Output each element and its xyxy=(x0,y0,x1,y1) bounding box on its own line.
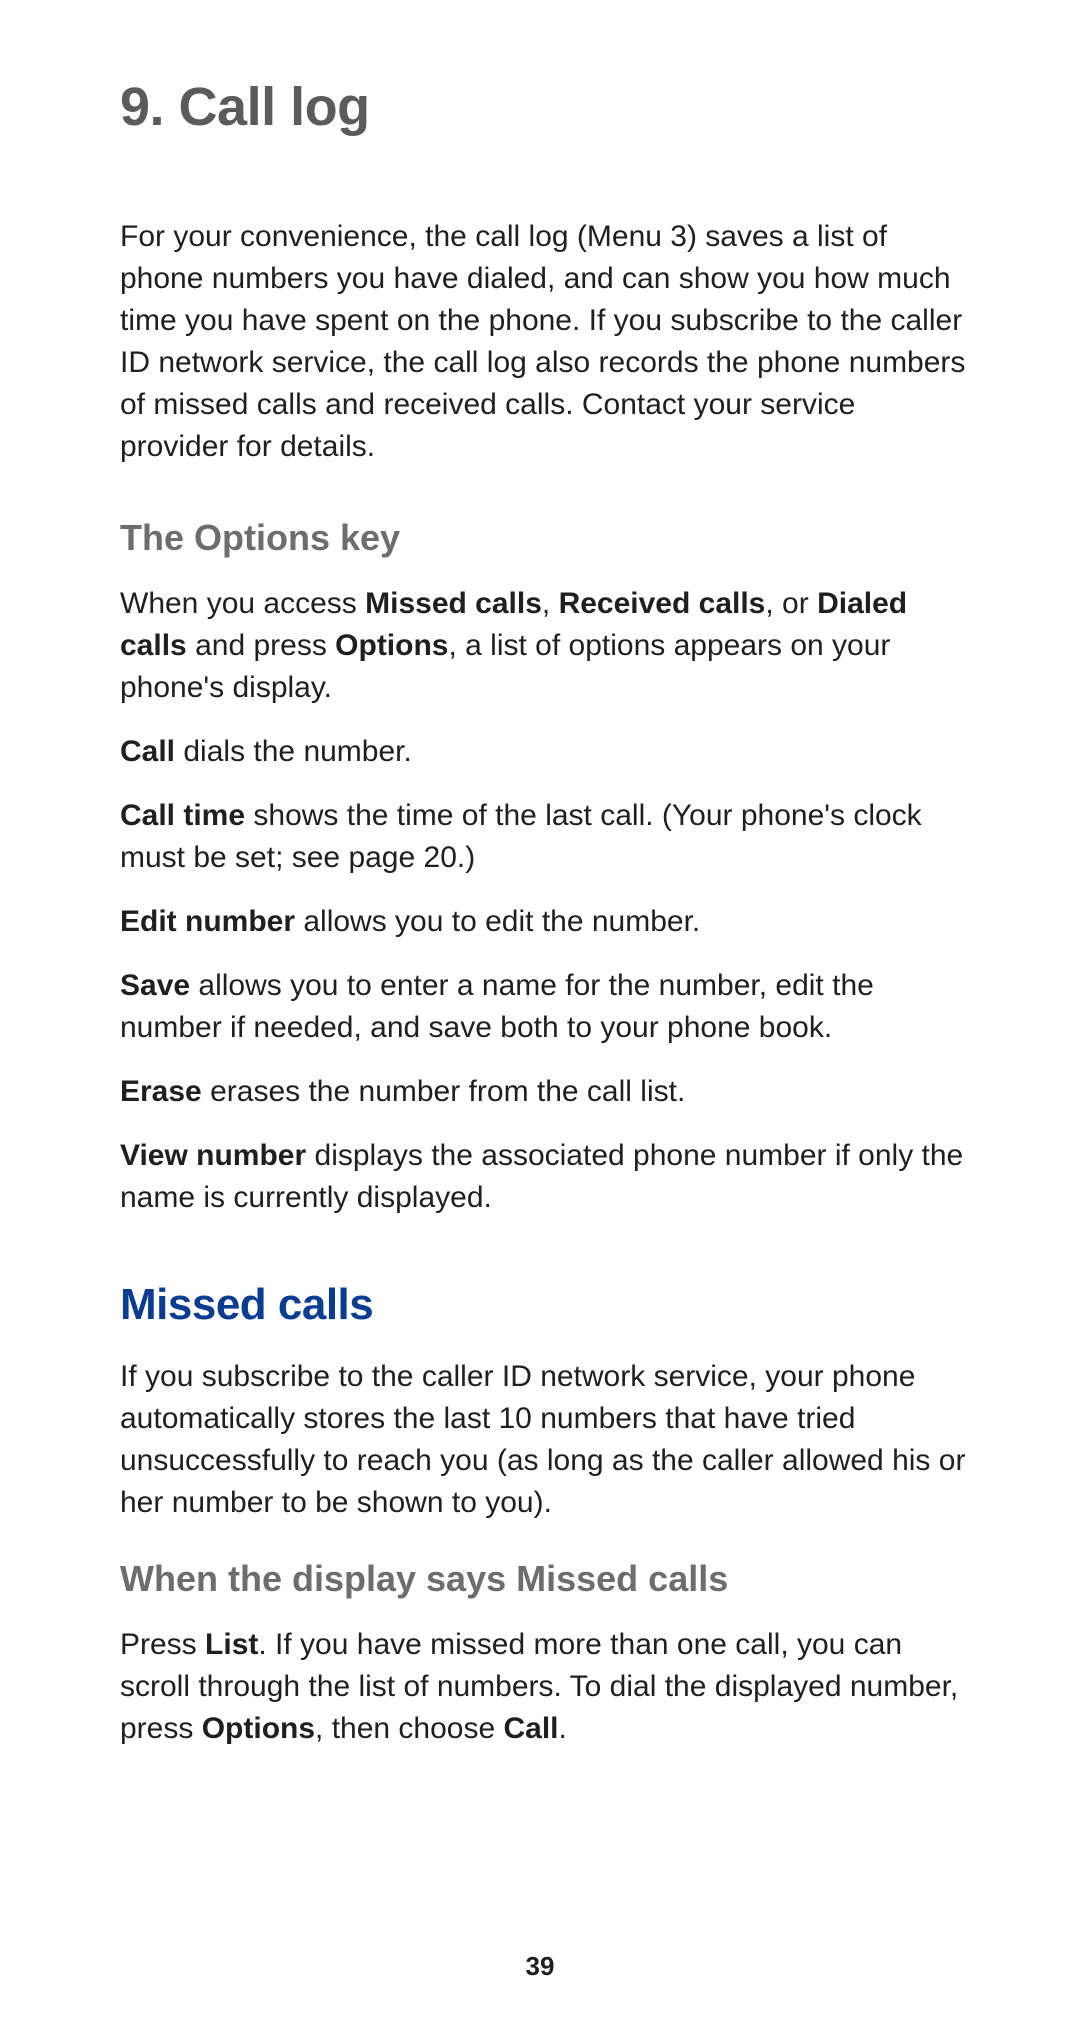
bold-view-number: View number xyxy=(120,1139,306,1172)
text: dials the number. xyxy=(175,735,412,768)
bold-list: List xyxy=(205,1628,258,1661)
text: , or xyxy=(765,587,817,620)
text: erases the number from the call list. xyxy=(202,1075,686,1108)
text: When you access xyxy=(120,587,365,620)
option-call-time: Call time shows the time of the last cal… xyxy=(120,795,970,879)
text: and press xyxy=(187,629,335,662)
text: , xyxy=(542,587,559,620)
option-edit-number: Edit number allows you to edit the numbe… xyxy=(120,901,970,943)
option-call: Call dials the number. xyxy=(120,731,970,773)
document-page: 9. Call log For your convenience, the ca… xyxy=(0,0,1080,2039)
bold-edit-number: Edit number xyxy=(120,905,295,938)
text: allows you to enter a name for the numbe… xyxy=(120,969,874,1044)
bold-missed-calls: Missed calls xyxy=(365,587,542,620)
missed-calls-subheading: When the display says Missed calls xyxy=(120,1554,970,1604)
bold-options: Options xyxy=(202,1712,315,1745)
chapter-title: 9. Call log xyxy=(120,70,970,146)
missed-calls-intro: If you subscribe to the caller ID networ… xyxy=(120,1356,970,1524)
page-number: 39 xyxy=(0,1948,1080,1984)
bold-call: Call xyxy=(504,1712,559,1745)
text: . xyxy=(559,1712,567,1745)
options-key-intro: When you access Missed calls, Received c… xyxy=(120,583,970,709)
options-key-heading: The Options key xyxy=(120,513,970,563)
bold-call-time: Call time xyxy=(120,799,245,832)
missed-calls-heading: Missed calls xyxy=(120,1274,970,1336)
text: Press xyxy=(120,1628,205,1661)
option-view-number: View number displays the associated phon… xyxy=(120,1135,970,1219)
bold-call: Call xyxy=(120,735,175,768)
bold-save: Save xyxy=(120,969,190,1002)
bold-options: Options xyxy=(335,629,448,662)
text: , then choose xyxy=(315,1712,503,1745)
intro-paragraph: For your convenience, the call log (Menu… xyxy=(120,216,970,468)
text: allows you to edit the number. xyxy=(295,905,700,938)
bold-received-calls: Received calls xyxy=(559,587,766,620)
option-erase: Erase erases the number from the call li… xyxy=(120,1071,970,1113)
option-save: Save allows you to enter a name for the … xyxy=(120,965,970,1049)
bold-erase: Erase xyxy=(120,1075,202,1108)
missed-calls-instructions: Press List. If you have missed more than… xyxy=(120,1624,970,1750)
